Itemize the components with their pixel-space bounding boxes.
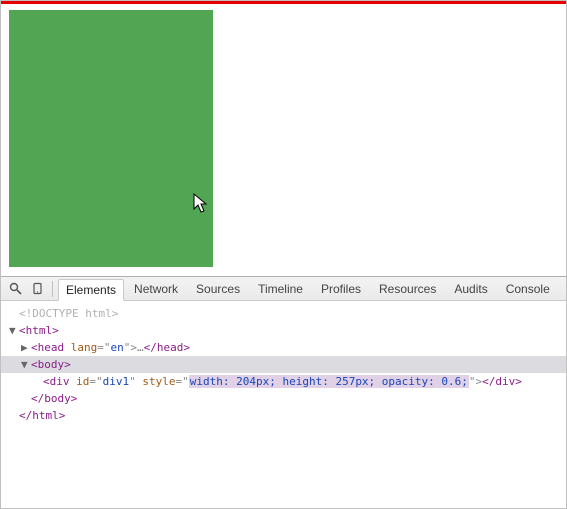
tab-resources[interactable]: Resources [371,278,444,300]
highlighted-style-value[interactable]: width: 204px; height: 257px; opacity: 0.… [189,375,469,388]
dom-html-open[interactable]: ▼<html> [1,322,566,339]
twisty-down-icon[interactable]: ▼ [9,323,19,338]
toolbar-separator [52,281,53,297]
doctype-text: <!DOCTYPE html> [19,307,118,320]
tab-sources[interactable]: Sources [188,278,248,300]
tab-profiles[interactable]: Profiles [313,278,369,300]
rendered-page [1,4,566,276]
tab-elements[interactable]: Elements [58,279,124,301]
devtools-panel: Elements Network Sources Timeline Profil… [1,276,566,501]
tab-network[interactable]: Network [126,278,186,300]
dom-doctype[interactable]: <!DOCTYPE html> [1,305,566,322]
tab-audits[interactable]: Audits [446,278,495,300]
dom-body-close[interactable]: </body> [1,390,566,407]
dom-html-close[interactable]: </html> [1,407,566,424]
devtools-toolbar: Elements Network Sources Timeline Profil… [1,277,566,301]
tab-console[interactable]: Console [498,278,558,300]
dom-head[interactable]: ▶<head lang="en">…</head> [1,339,566,356]
elements-dom-tree[interactable]: <!DOCTYPE html> ▼<html> ▶<head lang="en"… [1,301,566,501]
search-icon[interactable] [5,279,25,299]
twisty-down-icon[interactable]: ▼ [21,357,31,372]
device-mode-icon[interactable] [27,279,47,299]
twisty-right-icon[interactable]: ▶ [21,340,31,355]
dom-div1[interactable]: <div id="div1" style="width: 204px; heig… [1,373,566,390]
tab-timeline[interactable]: Timeline [250,278,311,300]
div1-box[interactable] [9,10,213,267]
dom-body-open[interactable]: ▼<body> [1,356,566,373]
